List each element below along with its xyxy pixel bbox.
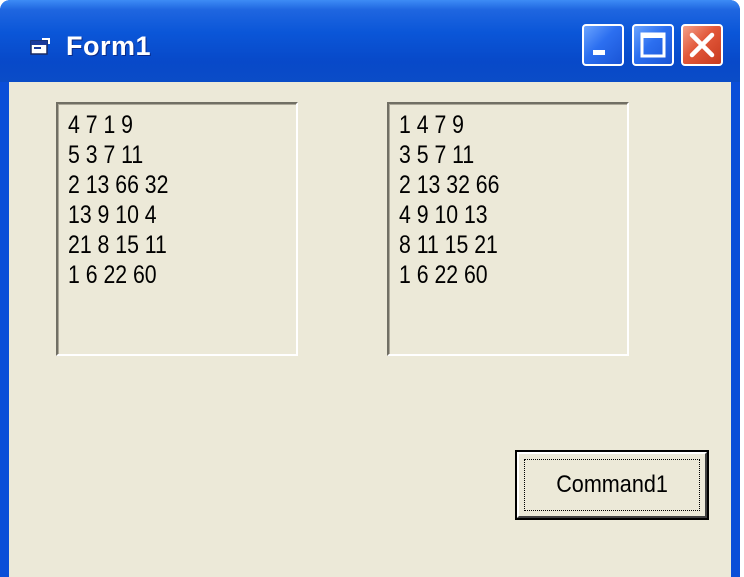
- list-item[interactable]: 2 13 32 66: [399, 170, 593, 200]
- minimize-icon: [593, 50, 605, 55]
- list-item[interactable]: 8 11 15 21: [399, 230, 593, 260]
- window-title: Form1: [66, 31, 152, 61]
- form-icon: [30, 38, 50, 56]
- list-item[interactable]: 4 9 10 13: [399, 200, 593, 230]
- list-item[interactable]: 5 3 7 11: [68, 140, 262, 170]
- close-button[interactable]: [681, 24, 723, 66]
- list-item[interactable]: 1 6 22 60: [399, 260, 593, 290]
- list-item[interactable]: 3 5 7 11: [399, 140, 593, 170]
- maximize-button[interactable]: [632, 24, 674, 66]
- maximize-icon: [640, 32, 666, 58]
- list-item[interactable]: 13 9 10 4: [68, 200, 262, 230]
- list-box-right[interactable]: 1 4 7 9 3 5 7 11 2 13 32 66 4 9 10 13 8 …: [387, 102, 629, 356]
- list-item[interactable]: 21 8 15 11: [68, 230, 262, 260]
- command1-button[interactable]: Command1: [515, 450, 709, 520]
- list-item[interactable]: 2 13 66 32: [68, 170, 262, 200]
- list-box-left[interactable]: 4 7 1 9 5 3 7 11 2 13 66 32 13 9 10 4 21…: [56, 102, 298, 356]
- command1-button-label: Command1: [556, 471, 668, 498]
- minimize-button[interactable]: [582, 24, 624, 66]
- list-item[interactable]: 1 4 7 9: [399, 110, 593, 140]
- list-item[interactable]: 4 7 1 9: [68, 110, 262, 140]
- list-item[interactable]: 1 6 22 60: [68, 260, 262, 290]
- form1-window: Form1 4 7 1 9 5 3 7 11 2 13 66 32 13 9 1…: [0, 0, 740, 577]
- close-icon: [689, 32, 715, 58]
- title-bar[interactable]: Form1: [0, 0, 740, 82]
- form-client-area: 4 7 1 9 5 3 7 11 2 13 66 32 13 9 10 4 21…: [9, 82, 731, 577]
